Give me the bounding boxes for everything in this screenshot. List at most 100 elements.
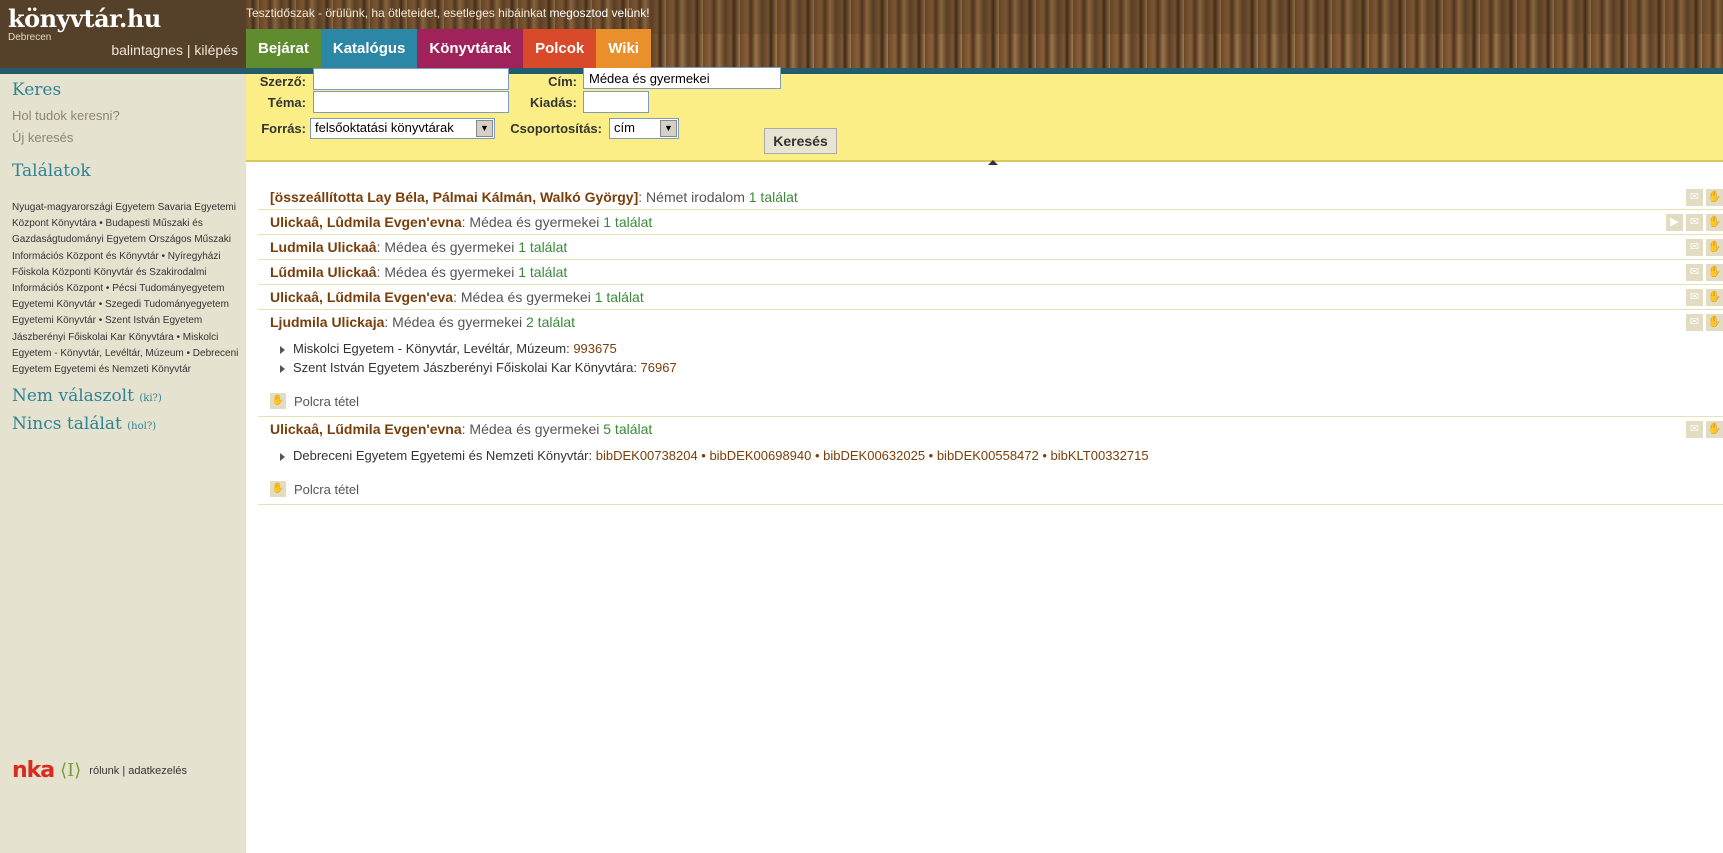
mail-icon[interactable]: ✉ bbox=[1686, 239, 1703, 256]
author-input[interactable] bbox=[313, 68, 509, 90]
result-row: Ulickaâ, Lűdmila Evgen'eva: Médea és gye… bbox=[258, 286, 1723, 310]
hand-icon[interactable]: ✋ bbox=[1706, 289, 1723, 306]
tab-konyvtarak[interactable]: Könyvtárak bbox=[417, 29, 524, 68]
result-author-link[interactable]: Ludmila Ulickaâ bbox=[270, 239, 377, 255]
collapse-search-icon[interactable] bbox=[988, 160, 998, 165]
result-hits-link[interactable]: 1 találat bbox=[595, 289, 644, 305]
result-row: Ulickaâ, Lűdmila Evgen'evna: Médea és gy… bbox=[258, 418, 1723, 505]
site-logo[interactable]: könyvtár.hu bbox=[8, 4, 161, 33]
nka-logo[interactable]: nka bbox=[12, 758, 55, 783]
sidebar: Keres Hol tudok keresni? Új keresés Talá… bbox=[0, 68, 246, 853]
tab-wiki[interactable]: Wiki bbox=[596, 29, 651, 68]
add-to-shelf-button[interactable]: ✋ Polcra tétel bbox=[270, 393, 359, 409]
result-hits-link[interactable]: 1 találat bbox=[518, 239, 567, 255]
mail-icon[interactable]: ✉ bbox=[1686, 264, 1703, 281]
holding-ids[interactable]: 993675 bbox=[573, 341, 616, 356]
no-result-heading: Nincs találat (hol?) bbox=[12, 414, 156, 434]
result-hits-link[interactable]: 5 találat bbox=[603, 421, 652, 437]
publisher-label: Kiadás: bbox=[530, 95, 577, 110]
hand-icon[interactable]: ✋ bbox=[1706, 421, 1723, 438]
holding-ids[interactable]: 76967 bbox=[641, 360, 677, 375]
chevron-down-icon[interactable]: ▼ bbox=[476, 120, 493, 137]
result-heading: Ljudmila Ulickaja: Médea és gyermekei 2 … bbox=[270, 314, 575, 330]
tab-polcok[interactable]: Polcok bbox=[523, 29, 597, 68]
hand-icon[interactable]: ✋ bbox=[1706, 189, 1723, 206]
result-hits-link[interactable]: 1 találat bbox=[749, 189, 798, 205]
hand-icon[interactable]: ✋ bbox=[1706, 314, 1723, 331]
user-links-separator: | bbox=[182, 42, 195, 58]
result-row: Ljudmila Ulickaja: Médea és gyermekei 2 … bbox=[258, 311, 1723, 417]
grouping-selected-value: cím bbox=[614, 120, 635, 135]
add-to-shelf-label: Polcra tétel bbox=[294, 481, 360, 497]
result-row: Ludmila Ulickaâ: Médea és gyermekei 1 ta… bbox=[258, 236, 1723, 260]
no-answer-label: Nem válaszolt bbox=[12, 386, 134, 406]
test-notice-text: Tesztidőszak - örülünk, ha ötleteidet, e… bbox=[246, 6, 550, 20]
sidebar-search-heading: Keres bbox=[12, 80, 62, 100]
add-to-shelf-label: Polcra tétel bbox=[294, 393, 360, 409]
result-author-link[interactable]: [összeállította Lay Béla, Pálmai Kálmán,… bbox=[270, 189, 638, 205]
about-link[interactable]: rólunk bbox=[89, 765, 119, 777]
no-answer-hint-link[interactable]: (ki?) bbox=[139, 393, 161, 404]
result-author-link[interactable]: Lűdmila Ulickaâ bbox=[270, 264, 377, 280]
where-to-search-link[interactable]: Hol tudok keresni? bbox=[12, 108, 120, 123]
result-heading: Ulickaâ, Lűdmila Evgen'eva: Médea és gye… bbox=[270, 289, 644, 305]
logout-link[interactable]: kilépés bbox=[194, 42, 238, 58]
result-actions: ✉ ✋ bbox=[1686, 189, 1723, 206]
username-link[interactable]: balintagnes bbox=[111, 42, 183, 58]
bullet-triangle-icon bbox=[280, 345, 285, 354]
hand-icon[interactable]: ✋ bbox=[1706, 214, 1723, 231]
hand-icon[interactable]: ✋ bbox=[1706, 264, 1723, 281]
result-author-link[interactable]: Ulickaâ, Lûdmila Evgen'evna bbox=[270, 214, 462, 230]
result-heading: Ulickaâ, Lûdmila Evgen'evna: Médea és gy… bbox=[270, 214, 652, 230]
author-label: Szerző: bbox=[259, 74, 306, 89]
publisher-input[interactable] bbox=[583, 91, 649, 113]
result-hits-link[interactable]: 1 találat bbox=[603, 214, 652, 230]
footer-separator: | bbox=[119, 764, 129, 777]
bullet-triangle-icon bbox=[280, 364, 285, 373]
tab-bejarat[interactable]: Bejárat bbox=[246, 29, 321, 68]
feedback-link[interactable]: megosztod velünk! bbox=[550, 6, 650, 20]
footer-links: rólunk | adatkezelés bbox=[89, 765, 187, 777]
play-icon[interactable]: ▶ bbox=[1666, 214, 1683, 231]
mail-icon[interactable]: ✉ bbox=[1686, 314, 1703, 331]
mail-icon[interactable]: ✉ bbox=[1686, 421, 1703, 438]
result-title: : Médea és gyermekei bbox=[376, 239, 519, 255]
result-author-link[interactable]: Ljudmila Ulickaja bbox=[270, 314, 384, 330]
chevron-down-icon[interactable]: ▼ bbox=[660, 120, 677, 137]
no-result-label: Nincs találat bbox=[12, 414, 122, 434]
no-result-hint-link[interactable]: (hol?) bbox=[127, 421, 156, 432]
result-title: : Médea és gyermekei bbox=[384, 314, 526, 330]
user-links: balintagnes | kilépés bbox=[111, 42, 238, 58]
tab-katalogus[interactable]: Katalógus bbox=[320, 29, 418, 68]
title-input[interactable] bbox=[583, 67, 781, 89]
source-selected-value: felsőoktatási könyvtárak bbox=[315, 120, 454, 135]
new-search-link[interactable]: Új keresés bbox=[12, 130, 73, 145]
sidebar-result-libraries: Nyugat-magyarországi Egyetem Savaria Egy… bbox=[12, 202, 239, 376]
grouping-select[interactable]: cím ▼ bbox=[609, 118, 679, 139]
sidebar-footer: nka ⟨I⟩ rólunk | adatkezelés bbox=[12, 758, 187, 783]
result-author-link[interactable]: Ulickaâ, Lűdmila Evgen'evna bbox=[270, 421, 462, 437]
privacy-link[interactable]: adatkezelés bbox=[128, 765, 187, 777]
mail-icon[interactable]: ✉ bbox=[1686, 189, 1703, 206]
bullet-triangle-icon bbox=[280, 452, 285, 461]
holding-library: Miskolci Egyetem - Könyvtár, Levéltár, M… bbox=[293, 341, 574, 356]
city-label: Debrecen bbox=[8, 32, 52, 43]
source-select[interactable]: felsőoktatási könyvtárak ▼ bbox=[310, 118, 495, 139]
holding-library: Debreceni Egyetem Egyetemi és Nemzeti Kö… bbox=[293, 448, 596, 463]
result-actions: ✉ ✋ bbox=[1686, 264, 1723, 281]
result-hits-link[interactable]: 2 találat bbox=[526, 314, 575, 330]
add-to-shelf-button[interactable]: ✋ Polcra tétel bbox=[270, 481, 359, 497]
search-button[interactable]: Keresés bbox=[764, 128, 837, 154]
mail-icon[interactable]: ✉ bbox=[1686, 289, 1703, 306]
result-title: : Német irodalom bbox=[638, 189, 749, 205]
result-hits-link[interactable]: 1 találat bbox=[518, 264, 567, 280]
result-author-link[interactable]: Ulickaâ, Lűdmila Evgen'eva bbox=[270, 289, 453, 305]
holding-item: Debreceni Egyetem Egyetemi és Nemzeti Kö… bbox=[280, 448, 1149, 463]
topic-input[interactable] bbox=[313, 91, 509, 113]
mail-icon[interactable]: ✉ bbox=[1686, 214, 1703, 231]
result-title: : Médea és gyermekei bbox=[376, 264, 519, 280]
brand-box: könyvtár.hu Debrecen balintagnes | kilép… bbox=[0, 0, 246, 68]
result-heading: Ulickaâ, Lűdmila Evgen'evna: Médea és gy… bbox=[270, 421, 652, 437]
hand-icon[interactable]: ✋ bbox=[1706, 239, 1723, 256]
holding-ids[interactable]: bibDEK00738204 • bibDEK00698940 • bibDEK… bbox=[596, 448, 1149, 463]
